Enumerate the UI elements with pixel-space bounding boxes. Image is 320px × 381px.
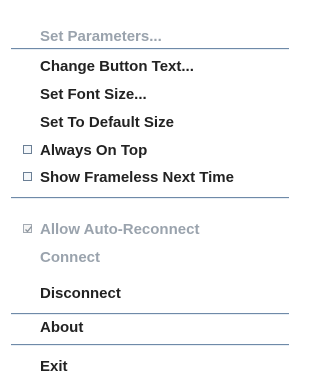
menu-item-set-font-size[interactable]: Set Font Size... [0, 81, 289, 108]
checkbox-icon [23, 145, 32, 154]
menu-item-label: Disconnect [40, 285, 121, 302]
menu-separator-highlight [11, 49, 289, 50]
menu-item-set-default-size[interactable]: Set To Default Size [0, 109, 289, 136]
menu-item-set-parameters: Set Parameters... [0, 23, 289, 50]
menu-item-always-on-top[interactable]: Always On Top [0, 137, 289, 164]
menu-item-show-frameless[interactable]: Show Frameless Next Time [0, 164, 289, 191]
menu-item-change-button-text[interactable]: Change Button Text... [0, 53, 289, 80]
checked-checkbox-icon [23, 224, 33, 233]
menu-separator-highlight [11, 198, 289, 199]
menu-item-label: About [40, 319, 84, 336]
menu-item-label: Show Frameless Next Time [40, 169, 234, 186]
menu-item-connect: Connect [0, 244, 289, 271]
checkbox-icon [23, 172, 32, 181]
menu-item-label: Always On Top [40, 142, 148, 159]
menu-separator-highlight [11, 345, 289, 346]
menu-item-label: Set To Default Size [40, 114, 174, 131]
menu-item-about[interactable]: About [0, 314, 289, 341]
menu-item-allow-auto-reconnect: Allow Auto-Reconnect [0, 216, 289, 243]
menu-item-label: Connect [40, 249, 100, 266]
menu-item-label: Set Font Size... [40, 86, 147, 103]
popup-menu: Set Parameters... Change Button Text... … [0, 0, 289, 381]
menu-item-label: Exit [40, 358, 68, 375]
menu-item-disconnect[interactable]: Disconnect [0, 280, 289, 307]
menu-item-label: Allow Auto-Reconnect [40, 221, 200, 238]
menu-item-label: Set Parameters... [40, 28, 162, 45]
menu-item-label: Change Button Text... [40, 58, 194, 75]
menu-item-exit[interactable]: Exit [0, 353, 289, 380]
